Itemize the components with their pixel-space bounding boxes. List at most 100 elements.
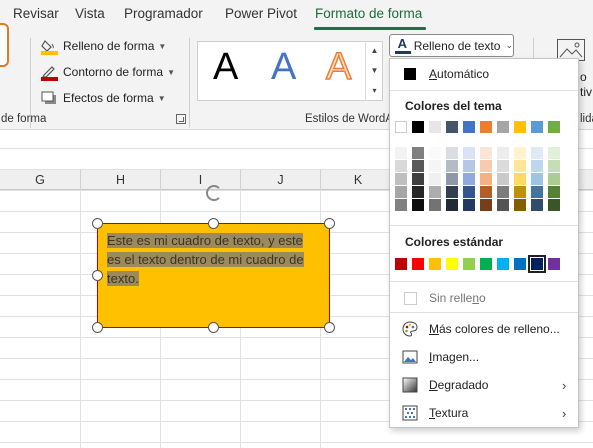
theme-shade-swatch[interactable] [497, 199, 509, 211]
texture-fill-item[interactable]: Textura › [390, 400, 578, 426]
resize-handle-top[interactable] [208, 218, 219, 229]
theme-color-swatch[interactable] [463, 121, 475, 133]
gallery-scroll-down[interactable]: ▼ [366, 61, 383, 81]
tab-power-pivot[interactable]: Power Pivot [225, 6, 297, 21]
theme-shade-swatch[interactable] [446, 160, 458, 172]
theme-color-swatch[interactable] [480, 121, 492, 133]
resize-handle-bottom-right[interactable] [324, 322, 335, 333]
theme-shade-swatch[interactable] [548, 199, 560, 211]
theme-shade-swatch[interactable] [395, 199, 407, 211]
theme-shade-swatch[interactable] [395, 160, 407, 172]
automatic-color-item[interactable]: Automático [390, 61, 578, 87]
theme-shade-swatch[interactable] [412, 173, 424, 185]
standard-color-swatch[interactable] [548, 258, 560, 270]
theme-color-swatch[interactable] [514, 121, 526, 133]
theme-shade-swatch[interactable] [395, 173, 407, 185]
selected-text[interactable]: Este es mi cuadro de texto, y este es el… [107, 233, 304, 286]
theme-shade-swatch[interactable] [395, 147, 407, 159]
theme-shade-swatch[interactable] [412, 147, 424, 159]
standard-color-swatch[interactable] [412, 258, 424, 270]
standard-color-swatch[interactable] [395, 258, 407, 270]
resize-handle-bottom-left[interactable] [92, 322, 103, 333]
gallery-scroll-up[interactable]: ▲ [366, 41, 383, 61]
theme-shade-swatch[interactable] [480, 147, 492, 159]
column-header-g[interactable]: G [0, 170, 81, 190]
theme-shade-swatch[interactable] [429, 199, 441, 211]
theme-shade-swatch[interactable] [463, 173, 475, 185]
theme-color-swatch[interactable] [412, 121, 424, 133]
theme-shade-swatch[interactable] [548, 186, 560, 198]
tab-vista[interactable]: Vista [75, 6, 105, 21]
theme-shade-swatch[interactable] [514, 173, 526, 185]
theme-shade-swatch[interactable] [480, 160, 492, 172]
standard-color-swatch[interactable] [463, 258, 475, 270]
theme-shade-swatch[interactable] [446, 186, 458, 198]
standard-color-swatch[interactable] [429, 258, 441, 270]
theme-shade-swatch[interactable] [531, 199, 543, 211]
shape-style-preview[interactable] [0, 23, 9, 67]
theme-shade-swatch[interactable] [514, 147, 526, 159]
wordart-style-orange-outline[interactable]: A [325, 45, 352, 89]
theme-color-swatch[interactable] [395, 121, 407, 133]
theme-shade-swatch[interactable] [429, 173, 441, 185]
theme-color-swatch[interactable] [531, 121, 543, 133]
theme-shade-swatch[interactable] [446, 147, 458, 159]
theme-shade-swatch[interactable] [463, 160, 475, 172]
theme-shade-swatch[interactable] [463, 147, 475, 159]
tab-formato-de-forma[interactable]: Formato de forma [315, 6, 422, 21]
theme-shade-swatch[interactable] [548, 147, 560, 159]
theme-shade-swatch[interactable] [480, 186, 492, 198]
theme-shade-swatch[interactable] [548, 160, 560, 172]
theme-shade-swatch[interactable] [429, 147, 441, 159]
shape-outline-button[interactable]: Contorno de forma ▼ [41, 62, 175, 82]
tab-revisar[interactable]: Revisar [13, 6, 59, 21]
standard-color-swatch[interactable] [528, 255, 546, 273]
theme-shade-swatch[interactable] [497, 160, 509, 172]
text-box-content[interactable]: Este es mi cuadro de texto, y este es el… [107, 231, 319, 288]
standard-color-swatch[interactable] [514, 258, 526, 270]
standard-color-swatch[interactable] [446, 258, 458, 270]
image-fill-item[interactable]: Imagen... [390, 344, 578, 370]
column-header-j[interactable]: J [241, 170, 321, 190]
tab-programador[interactable]: Programador [124, 6, 203, 21]
resize-handle-top-right[interactable] [324, 218, 335, 229]
theme-shade-swatch[interactable] [497, 173, 509, 185]
theme-shade-swatch[interactable] [446, 173, 458, 185]
theme-shade-swatch[interactable] [531, 147, 543, 159]
resize-handle-left[interactable] [92, 270, 103, 281]
theme-shade-swatch[interactable] [514, 160, 526, 172]
theme-shade-swatch[interactable] [480, 173, 492, 185]
theme-shade-swatch[interactable] [497, 186, 509, 198]
theme-shade-swatch[interactable] [395, 186, 407, 198]
shape-fill-button[interactable]: Relleno de forma ▼ [41, 36, 166, 56]
resize-handle-top-left[interactable] [92, 218, 103, 229]
resize-handle-bottom[interactable] [208, 322, 219, 333]
wordart-styles-gallery[interactable]: A A A [197, 41, 383, 101]
theme-shade-swatch[interactable] [412, 186, 424, 198]
column-header-h[interactable]: H [81, 170, 161, 190]
theme-shade-swatch[interactable] [497, 147, 509, 159]
gradient-fill-item[interactable]: Degradado › [390, 372, 578, 398]
more-fill-colors-item[interactable]: Más colores de relleno... [390, 316, 578, 342]
wordart-style-blue-gradient[interactable]: A [271, 46, 296, 89]
theme-shade-swatch[interactable] [514, 199, 526, 211]
theme-shade-swatch[interactable] [429, 160, 441, 172]
theme-color-swatch[interactable] [497, 121, 509, 133]
dialog-launcher-icon[interactable] [176, 114, 186, 124]
column-header-k[interactable]: K [321, 170, 396, 190]
column-header-i[interactable]: I [161, 170, 241, 190]
theme-shade-swatch[interactable] [429, 186, 441, 198]
standard-color-swatch[interactable] [480, 258, 492, 270]
text-fill-button[interactable]: A Relleno de texto ⌄ [389, 34, 514, 57]
shape-effects-button[interactable]: Efectos de forma ▼ [41, 88, 166, 108]
no-fill-item[interactable]: Sin relleno [390, 285, 578, 311]
theme-shade-swatch[interactable] [480, 199, 492, 211]
rotate-handle-icon[interactable] [206, 185, 222, 201]
theme-color-swatch[interactable] [446, 121, 458, 133]
theme-shade-swatch[interactable] [531, 186, 543, 198]
gallery-more[interactable]: ▾ [366, 81, 383, 101]
theme-color-swatch[interactable] [548, 121, 560, 133]
theme-shade-swatch[interactable] [446, 199, 458, 211]
standard-color-swatch[interactable] [497, 258, 509, 270]
theme-shade-swatch[interactable] [514, 186, 526, 198]
